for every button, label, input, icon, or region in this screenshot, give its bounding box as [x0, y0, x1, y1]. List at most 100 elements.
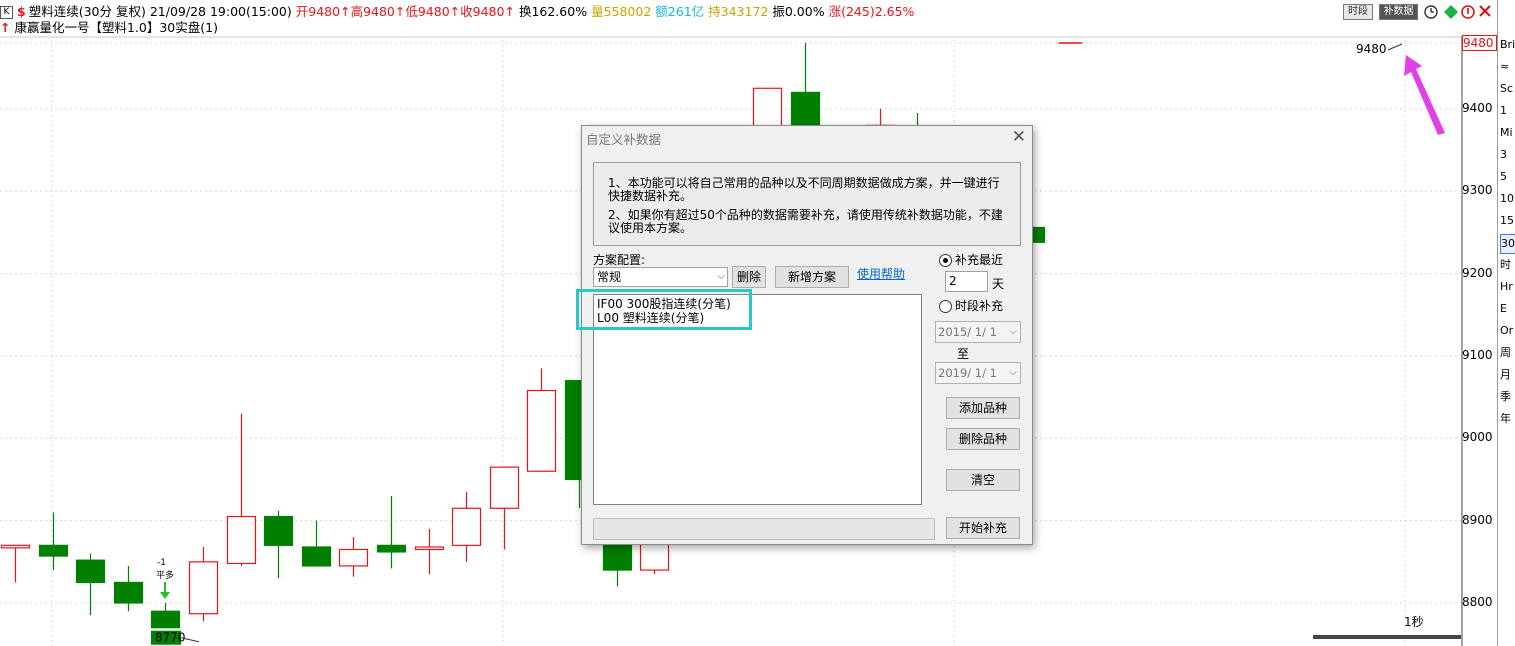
period-item[interactable]: Mi: [1500, 124, 1515, 142]
period-item[interactable]: Or: [1500, 322, 1515, 340]
candle-body: [0, 544, 31, 549]
period-item[interactable]: 10: [1500, 190, 1515, 208]
symbol-title: 塑料连续(30分 复权): [28, 4, 146, 19]
candle-body: [150, 610, 181, 629]
alert-icon[interactable]: [1461, 5, 1475, 19]
quote-header: K $ 塑料连续(30分 复权) 21/09/28 19:00(15:00) 开9480…: [0, 3, 918, 21]
candle-body: [263, 515, 294, 546]
amount-value: 额261亿: [655, 4, 705, 19]
period-item[interactable]: Hr: [1500, 278, 1515, 296]
range-radio-label: 时段补充: [955, 299, 1004, 313]
radio-unchecked-icon: [939, 300, 952, 313]
period-button[interactable]: 时段: [1343, 4, 1373, 20]
collapse-icon[interactable]: K: [0, 6, 13, 19]
candle-body: [376, 544, 407, 553]
remove-instrument-button[interactable]: 删除品种: [946, 428, 1020, 450]
info-panel: 1、本功能可以将自己常用的品种以及不同周期数据做成方案，并一键进行快捷数据补充。…: [593, 162, 1021, 246]
period-item[interactable]: 时: [1500, 256, 1515, 274]
candle-body: [489, 466, 520, 509]
candle-body: [639, 540, 670, 571]
add-instrument-button[interactable]: 添加品种: [946, 397, 1020, 419]
candle-body: [75, 559, 106, 584]
up-arrow-icon: ↑: [0, 20, 11, 35]
days-input[interactable]: 2: [945, 271, 988, 292]
period-item[interactable]: 1: [1500, 102, 1515, 120]
clock-icon[interactable]: [1424, 5, 1438, 19]
price-tick-label: 9300: [1462, 183, 1493, 198]
high-value: 高9480↑: [350, 4, 406, 19]
period-item[interactable]: 年: [1500, 410, 1515, 428]
magenta-arrow-icon: [1404, 55, 1445, 135]
period-item[interactable]: 15: [1500, 212, 1515, 230]
date-to-value: 2019/ 1/ 1: [938, 366, 997, 380]
delete-scheme-button[interactable]: 删除: [732, 266, 766, 288]
candle-body: [301, 546, 332, 567]
low-price-label: 8770: [155, 631, 186, 645]
chevron-down-icon: ⌵: [1009, 326, 1017, 337]
price-tick-label: 8900: [1462, 512, 1493, 527]
scheme-label: 方案配置:: [593, 253, 646, 267]
period-item[interactable]: 5: [1500, 168, 1515, 186]
signal-text: 平多: [156, 569, 174, 581]
start-fill-button[interactable]: 开始补充: [946, 517, 1020, 539]
period-item[interactable]: E: [1500, 300, 1515, 318]
period-item[interactable]: 3: [1500, 146, 1515, 164]
chevron-down-icon: ⌵: [1009, 367, 1017, 378]
low-value: 低9480↑: [405, 4, 461, 19]
date-from-picker[interactable]: 2015/ 1/ 1 ⌵: [935, 321, 1021, 343]
date-from-value: 2015/ 1/ 1: [938, 325, 997, 339]
help-link[interactable]: 使用帮助: [857, 265, 905, 282]
date-to-picker[interactable]: 2019/ 1/ 1 ⌵: [935, 362, 1021, 384]
turnover-value: 换162.60%: [518, 4, 588, 19]
days-value: 2: [949, 274, 957, 288]
date-to-label: 至: [957, 347, 970, 361]
close-chart-icon[interactable]: [1479, 5, 1491, 17]
period-item[interactable]: 周: [1500, 344, 1515, 362]
close-icon[interactable]: ✕: [1012, 127, 1026, 147]
period-item[interactable]: 季: [1500, 388, 1515, 406]
price-tick-label: 9000: [1462, 430, 1493, 445]
days-unit: 天: [992, 277, 1005, 291]
new-scheme-button[interactable]: 新增方案: [775, 266, 849, 288]
period-item[interactable]: Sc: [1500, 80, 1515, 98]
candle-body: [414, 546, 445, 551]
timer-label: 1秒: [1404, 615, 1424, 629]
recent-radio-label: 补充最近: [955, 253, 1004, 267]
high-price-label: 9480: [1356, 42, 1387, 56]
change-value: 涨(245)2.65%: [828, 4, 915, 19]
amplitude-value: 振0.00%: [772, 4, 825, 19]
scheme-select[interactable]: 常规 ⌵: [593, 267, 728, 287]
price-tick-label: 8800: [1462, 595, 1493, 609]
chevron-down-icon: ⌵: [717, 271, 725, 282]
dollar-icon: $: [17, 4, 26, 19]
candle-body: [226, 515, 257, 565]
candle-body: [38, 544, 69, 557]
open-value: 开9480↑: [295, 4, 351, 19]
dialog-title: 自定义补数据: [586, 132, 662, 147]
price-tick-label: 9480: [1462, 35, 1497, 51]
candle-body: [451, 507, 482, 546]
info-line-1: 1、本功能可以将自己常用的品种以及不同周期数据做成方案，并一键进行快捷数据补充。: [608, 176, 1000, 203]
period-item[interactable]: 月: [1500, 366, 1515, 384]
scheme-value: 常规: [597, 270, 622, 284]
price-tick-label: 9200: [1462, 265, 1493, 280]
scrollbar: [1313, 635, 1461, 639]
candle-body: [338, 548, 369, 567]
period-item[interactable]: Bri: [1500, 36, 1515, 54]
highlight-box: [576, 289, 752, 330]
radio-checked-icon: [939, 254, 952, 267]
strategy-line: ↑ 康赢量化一号【塑料1.0】30实盘(1): [0, 20, 218, 36]
high-pointer: [1387, 43, 1403, 51]
candle-body: [526, 389, 557, 472]
bar-datetime: 21/09/28 19:00(15:00): [149, 4, 292, 19]
clear-button[interactable]: 清空: [946, 469, 1020, 491]
target-icon[interactable]: [1443, 4, 1459, 20]
period-item[interactable]: ≈: [1500, 58, 1515, 76]
close-value: 收9480↑: [460, 4, 515, 19]
fill-data-button[interactable]: 补数据: [1379, 4, 1418, 20]
period-item[interactable]: 30: [1500, 234, 1515, 254]
candle-body: [113, 581, 144, 604]
range-radio[interactable]: 时段补充: [939, 297, 1003, 314]
oi-value: 持343172: [708, 4, 769, 19]
recent-radio[interactable]: 补充最近: [939, 251, 1003, 268]
